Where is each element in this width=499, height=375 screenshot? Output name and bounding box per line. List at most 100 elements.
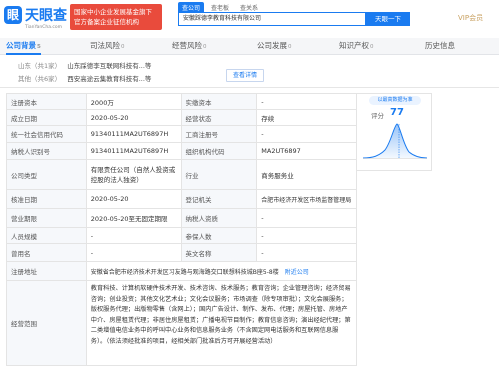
header: 眼 天眼查 TianYanCha.com 国家中小企业发展基金旗下 官方备案企业… [0,0,499,38]
value-org-code: MA2UT6897 [257,143,358,159]
value-credit-code: 91340111MA2UT6897H [87,126,182,142]
label-registered-capital: 注册资本 [7,94,87,109]
shareholder-row: 其他（共6家） 西安高途云集教育科技有...等 [18,73,151,83]
tab-label: 历史信息 [425,41,455,50]
table-row: 曾用名 - 英文名称 - [7,244,358,262]
search-tab-company[interactable]: 查公司 [178,2,205,12]
vip-link[interactable]: VIP会员 [458,13,483,23]
promo-line-1: 国家中小企业发展基金旗下 [74,8,152,16]
search-input[interactable]: 安徽踩德李教育科技有限公司 [178,12,366,26]
logo-name: 天眼查 [25,8,67,24]
value-tax-id: 91340111MA2UT6897H [87,143,182,159]
score-card[interactable]: 以最高数据为准 评分 77 [357,93,432,171]
value-insured-count: - [257,228,358,243]
score-curve-area [363,124,427,158]
tab-count: 0 [121,44,125,50]
search-tabs: 查公司 查老板 查关系 [178,2,262,12]
label-status: 经营状态 [181,110,258,125]
logo[interactable]: 眼 天眼查 TianYanCha.com [4,4,67,34]
label-staff-size: 人员规模 [7,228,87,243]
business-info-table: 注册资本 2000万 实缴资本 - 成立日期 2020-05-20 经营状态 存… [6,93,358,366]
shareholder-summary: 山东（共1家） 山东踩德李互联网科技有...等 其他（共6家） 西安高途云集教育… [0,56,499,88]
value-staff-size: - [87,228,182,243]
value-business-reg-no: - [257,126,358,142]
tab-history[interactable]: 历史信息 [425,38,456,55]
label-insured-count: 参保人数 [181,228,258,243]
table-row: 统一社会信用代码 91340111MA2UT6897H 工商注册号 - [7,126,358,143]
label-former-name: 曾用名 [7,244,87,261]
label-founded: 成立日期 [7,110,87,125]
label-industry: 行业 [181,160,258,189]
value-paid-capital: - [257,94,358,109]
score-value: 77 [390,107,404,118]
nearby-companies-link[interactable]: 附近公司 [285,267,309,276]
tab-intellectual-property[interactable]: 知识产权0 [339,38,374,55]
score-badge: 以最高数据为准 [369,96,421,105]
table-row: 人员规模 - 参保人数 - [7,228,358,244]
label-approval-date: 核准日期 [7,190,87,208]
value-registration-authority: 合肥市经济开发区市场监督管理局 [257,190,358,208]
value-taxpayer-qualification: - [257,209,358,227]
value-status: 存续 [257,110,358,125]
tab-count: 0 [288,44,292,50]
label-tax-id: 纳税人识别号 [7,143,87,159]
label-business-scope: 经营范围 [7,281,87,365]
tab-label: 公司背景 [6,41,36,50]
value-business-term: 2020-05-20至无固定期限 [87,209,182,227]
table-row: 注册资本 2000万 实缴资本 - [7,94,358,110]
value-industry: 商务服务业 [257,160,358,189]
tab-label: 公司发展 [257,41,287,50]
tab-judicial-risk[interactable]: 司法风险0 [90,38,125,55]
table-row: 纳税人识别号 91340111MA2UT6897H 组织机构代码 MA2UT68… [7,143,358,160]
shareholder-name[interactable]: 西安高途云集教育科技有...等 [67,75,151,83]
label-taxpayer-qualification: 纳税人资质 [181,209,258,227]
table-row: 成立日期 2020-05-20 经营状态 存续 [7,110,358,126]
tab-operating-risk[interactable]: 经营风险0 [172,38,207,55]
table-row: 注册地址 安徽省合肥市经济技术开发区习友路与观海路交口联想科技城B座5-8楼 附… [7,262,357,281]
search-button[interactable]: 天眼一下 [366,12,410,26]
promo-banner[interactable]: 国家中小企业发展基金旗下 官方备案企业征信机构 [70,4,162,30]
tab-label: 司法风险 [90,41,120,50]
tab-label: 经营风险 [172,41,202,50]
address-text: 安徽省合肥市经济技术开发区习友路与观海路交口联想科技城B座5-8楼 [90,268,279,276]
section-nav: 公司背景5 司法风险0 经营风险0 公司发展0 知识产权0 历史信息 [0,38,499,55]
logo-sub: TianYanCha.com [25,25,63,30]
value-founded: 2020-05-20 [87,110,182,125]
value-company-type: 有限责任公司（自然人投资或控股的法人独资） [87,160,182,189]
search-tab-boss[interactable]: 查老板 [207,2,233,12]
logo-eye-icon: 眼 [4,6,22,24]
label-org-code: 组织机构代码 [181,143,258,159]
tab-count: 5 [37,44,41,50]
value-registered-address: 安徽省合肥市经济技术开发区习友路与观海路交口联想科技城B座5-8楼 附近公司 [87,262,357,280]
label-business-reg-no: 工商注册号 [181,126,258,142]
table-row: 公司类型 有限责任公司（自然人投资或控股的法人独资） 行业 商务服务业 [7,160,358,190]
label-paid-capital: 实缴资本 [181,94,258,109]
score-label: 评分 [371,112,384,120]
tab-count: 0 [370,44,374,50]
score-distribution-chart [362,123,428,159]
label-registered-address: 注册地址 [7,262,87,280]
tab-company-background[interactable]: 公司背景5 [6,38,41,55]
shareholder-region: 其他（共6家） [18,75,62,83]
tab-count: 0 [203,44,207,50]
shareholder-name[interactable]: 山东踩德李互联网科技有...等 [67,62,151,70]
value-registered-capital: 2000万 [87,94,182,109]
label-business-term: 营业期限 [7,209,87,227]
table-row: 经营范围 教育科技、计算机软硬件技术开发、技术咨询、技术服务；教育咨询；企业管理… [7,281,357,366]
label-credit-code: 统一社会信用代码 [7,126,87,142]
search-tab-relation[interactable]: 查关系 [236,2,262,12]
view-details-button[interactable]: 查看详情 [226,69,264,82]
table-row: 营业期限 2020-05-20至无固定期限 纳税人资质 - [7,209,358,228]
promo-line-2: 官方备案企业征信机构 [74,18,139,26]
value-former-name: - [87,244,182,261]
value-english-name: - [257,244,358,261]
value-business-scope: 教育科技、计算机软硬件技术开发、技术咨询、技术服务；教育咨询；企业管理咨询；经济… [87,281,357,365]
label-english-name: 英文名称 [181,244,258,261]
shareholder-region: 山东（共1家） [18,62,62,70]
tab-label: 知识产权 [339,41,369,50]
label-registration-authority: 登记机关 [181,190,258,208]
tab-company-development[interactable]: 公司发展0 [257,38,292,55]
table-row: 核准日期 2020-05-20 登记机关 合肥市经济开发区市场监督管理局 [7,190,358,209]
label-company-type: 公司类型 [7,160,87,189]
shareholder-row: 山东（共1家） 山东踩德李互联网科技有...等 [18,60,151,70]
